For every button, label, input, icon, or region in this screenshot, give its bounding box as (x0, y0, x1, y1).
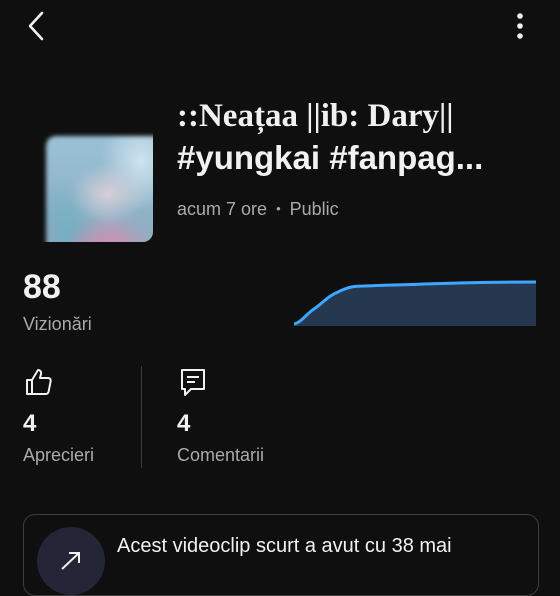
top-bar (0, 0, 560, 52)
chevron-left-icon (28, 11, 44, 41)
video-title-line1: ::Neațaa ||ib: Dary|| (177, 98, 454, 134)
meta-separator: • (276, 201, 281, 216)
stats-divider (141, 366, 142, 468)
views-count: 88 (23, 268, 61, 306)
video-thumbnail[interactable] (23, 68, 153, 242)
views-sparkline-chart (294, 280, 536, 326)
insight-text: Acest videoclip scurt a avut cu 38 mai (117, 535, 452, 557)
comments-label: Comentarii (177, 445, 265, 465)
views-label: Vizionări (23, 314, 92, 334)
likes-count: 4 (23, 410, 37, 437)
trending-up-icon (61, 552, 80, 570)
video-title-line2: #yungkai #fanpag... (177, 139, 484, 176)
comments-count: 4 (177, 410, 191, 437)
back-button[interactable] (18, 8, 54, 44)
video-visibility: Public (289, 199, 339, 219)
more-vert-icon (517, 13, 523, 39)
comment-icon (181, 369, 205, 396)
insight-icon-badge (37, 527, 105, 595)
likes-label: Aprecieri (23, 445, 95, 465)
insight-card[interactable]: Acest videoclip scurt a avut cu 38 mai (23, 514, 539, 596)
thumbnail-image (46, 136, 153, 242)
thumb-up-icon (26, 369, 52, 395)
more-options-button[interactable] (502, 8, 538, 44)
views-sparkline-area (294, 282, 536, 326)
video-title: ::Neațaa ||ib: Dary|| #yungkai #fanpag..… (177, 95, 537, 179)
video-meta: acum 7 ore • Public (177, 199, 339, 220)
video-time-ago: acum 7 ore (177, 199, 268, 219)
